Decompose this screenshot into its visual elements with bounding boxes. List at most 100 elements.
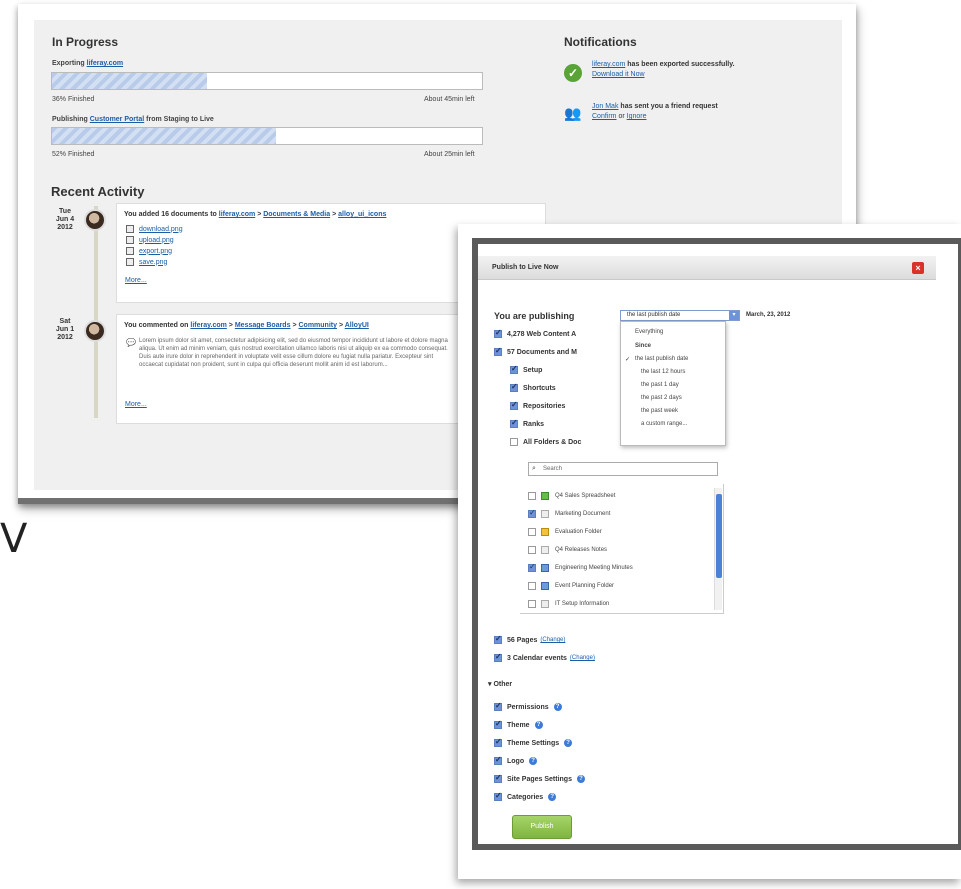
file-link[interactable]: download.png — [139, 226, 183, 233]
checkbox[interactable] — [510, 364, 518, 374]
progress-link[interactable]: Customer Portal — [90, 116, 144, 123]
activity-headline: You added 16 documents to liferay.com > … — [124, 211, 387, 218]
change-link[interactable]: (Change) — [570, 655, 595, 661]
checkbox[interactable] — [528, 492, 536, 500]
breadcrumb-link[interactable]: alloy_ui_icons — [338, 211, 386, 218]
dropdown-item[interactable]: Everything — [635, 329, 663, 335]
progress-link[interactable]: liferay.com — [87, 60, 123, 67]
publish-dialog: Publish to Live Now × You are publishing… — [478, 244, 958, 844]
file-link[interactable]: save.png — [139, 259, 167, 266]
checkbox[interactable] — [528, 528, 536, 536]
checkbox[interactable] — [494, 652, 502, 662]
avatar — [84, 320, 106, 342]
close-button[interactable]: × — [912, 262, 924, 274]
help-icon[interactable]: ? — [576, 775, 585, 783]
other-option[interactable]: Theme? — [494, 719, 543, 729]
checkbox[interactable] — [494, 701, 502, 711]
dropdown-item[interactable]: the last 12 hours — [641, 369, 685, 375]
dropdown-item[interactable]: the past week — [641, 408, 678, 414]
ignore-link[interactable]: Ignore — [627, 113, 647, 120]
dropdown-item[interactable]: the past 1 day — [641, 382, 679, 388]
checkbox[interactable] — [494, 773, 502, 783]
dropdown-group-label: Since — [635, 343, 652, 349]
document-icon — [541, 600, 549, 608]
doc-option-all-folders[interactable]: All Folders & Doc — [510, 438, 581, 446]
breadcrumb-link[interactable]: liferay.com — [190, 322, 226, 329]
list-item[interactable]: IT Setup Information — [528, 600, 609, 608]
more-link[interactable]: More... — [125, 401, 147, 408]
doc-option-repositories[interactable]: Repositories — [510, 400, 565, 410]
image-file-icon — [126, 247, 134, 255]
list-item[interactable]: Q4 Releases Notes — [528, 546, 607, 554]
documents-option[interactable]: 57 Documents and M — [494, 346, 577, 356]
checkbox[interactable] — [528, 508, 536, 518]
checkbox[interactable] — [494, 719, 502, 729]
help-icon[interactable]: ? — [564, 739, 573, 747]
calendar-option[interactable]: 3 Calendar events(Change) — [494, 652, 595, 662]
check-icon: ✓ — [564, 64, 582, 82]
other-option[interactable]: Site Pages Settings? — [494, 773, 585, 783]
checkbox[interactable] — [510, 400, 518, 410]
doc-option-shortcuts[interactable]: Shortcuts — [510, 382, 556, 392]
other-option[interactable]: Categories? — [494, 791, 557, 801]
progress-label: Exporting liferay.com — [52, 60, 124, 67]
list-item[interactable]: Q4 Sales Spreadsheet — [528, 492, 615, 500]
other-option[interactable]: Theme Settings? — [494, 737, 573, 747]
notification-link[interactable]: Jon Mak — [592, 103, 618, 110]
list-item[interactable]: Event Planning Folder — [528, 582, 614, 590]
checkbox[interactable] — [528, 582, 536, 590]
checkbox[interactable] — [528, 546, 536, 554]
list-item[interactable]: Engineering Meeting Minutes — [528, 562, 633, 572]
other-option[interactable]: Permissions? — [494, 701, 562, 711]
doc-option-setup[interactable]: Setup — [510, 364, 542, 374]
checkmark-icon: ✓ — [625, 357, 631, 363]
stray-character: V — [0, 516, 28, 562]
document-icon — [541, 582, 549, 590]
checkbox[interactable] — [494, 791, 502, 801]
breadcrumb-link[interactable]: liferay.com — [219, 211, 255, 218]
breadcrumb-link[interactable]: AlloyUI — [345, 322, 369, 329]
list-scrollbar[interactable] — [714, 488, 722, 610]
breadcrumb-link[interactable]: Community — [298, 322, 337, 329]
breadcrumb-link[interactable]: Documents & Media — [263, 211, 330, 218]
dropdown-item[interactable]: a custom range... — [641, 421, 687, 427]
dropdown-item[interactable]: the past 2 days — [641, 395, 682, 401]
file-link[interactable]: upload.png — [139, 237, 174, 244]
checkbox[interactable] — [510, 438, 518, 446]
publish-button[interactable]: Publish — [512, 815, 572, 839]
checkbox[interactable] — [494, 755, 502, 765]
checkbox[interactable] — [510, 382, 518, 392]
notification-link[interactable]: liferay.com — [592, 61, 625, 68]
checkbox[interactable] — [528, 562, 536, 572]
list-item[interactable]: Evaluation Folder — [528, 528, 602, 536]
dropdown-item[interactable]: the last publish date — [635, 356, 688, 362]
dialog-title: Publish to Live Now — [492, 264, 559, 271]
checkbox[interactable] — [494, 737, 502, 747]
scroll-thumb[interactable] — [716, 494, 722, 578]
help-icon[interactable]: ? — [529, 757, 538, 765]
web-content-option[interactable]: 4,278 Web Content A — [494, 328, 576, 338]
more-link[interactable]: More... — [125, 277, 147, 284]
search-input[interactable]: ⌕ Search — [528, 462, 718, 476]
help-icon[interactable]: ? — [534, 721, 543, 729]
list-item[interactable]: Marketing Document — [528, 508, 610, 518]
checkbox[interactable] — [510, 418, 518, 428]
checkbox[interactable] — [528, 600, 536, 608]
publish-dialog-screenshot: Publish to Live Now × You are publishing… — [458, 224, 961, 879]
file-link[interactable]: export.png — [139, 248, 172, 255]
other-section-toggle[interactable]: ▾ Other — [488, 680, 512, 688]
checkbox[interactable] — [494, 346, 502, 356]
publish-range-select[interactable]: the last publish date ▾ — [620, 310, 740, 321]
download-link[interactable]: Download it Now — [592, 71, 645, 78]
pages-option[interactable]: 56 Pages(Change) — [494, 634, 565, 644]
help-icon[interactable]: ? — [548, 793, 557, 801]
breadcrumb-link[interactable]: Message Boards — [235, 322, 291, 329]
doc-option-ranks[interactable]: Ranks — [510, 418, 544, 428]
help-icon[interactable]: ? — [553, 703, 562, 711]
confirm-link[interactable]: Confirm — [592, 113, 617, 120]
change-link[interactable]: (Change) — [540, 637, 565, 643]
avatar — [84, 209, 106, 231]
checkbox[interactable] — [494, 328, 502, 338]
checkbox[interactable] — [494, 634, 502, 644]
other-option[interactable]: Logo? — [494, 755, 538, 765]
